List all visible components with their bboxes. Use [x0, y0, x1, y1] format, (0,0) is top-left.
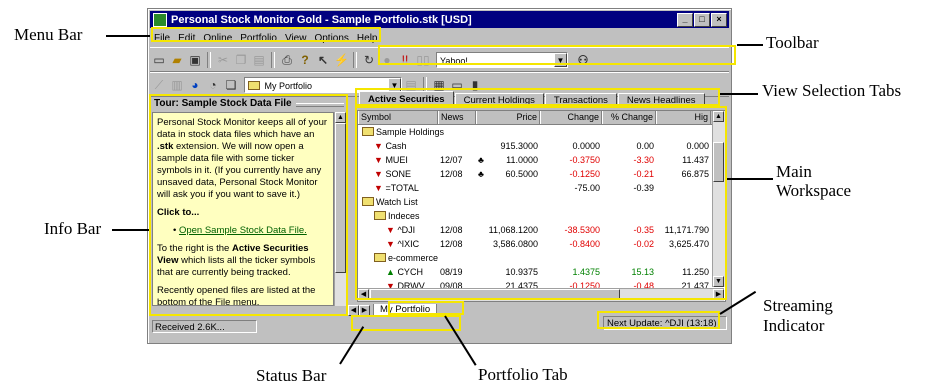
refresh-icon[interactable]: ↻	[362, 53, 376, 67]
callout-streaming-line2: Indicator	[763, 316, 825, 335]
help-icon[interactable]: ?	[298, 53, 312, 67]
bar-chart-icon[interactable]: ▥	[170, 78, 184, 92]
toolbar-separator	[353, 51, 357, 68]
highlight-toolbar	[378, 45, 736, 65]
wizard-icon[interactable]: ⚡	[334, 53, 349, 67]
folder-group-icon[interactable]: ❏	[224, 78, 238, 92]
portfolio-select-value: My Portfolio	[264, 80, 313, 91]
leader-line-main-workspace	[727, 178, 773, 180]
highlight-view-tabs	[355, 88, 720, 106]
callout-menu-bar: Menu Bar	[14, 25, 83, 44]
highlight-portfolio-tab	[388, 301, 464, 315]
toolbar-separator	[271, 51, 275, 68]
portfolio-folder-icon	[248, 80, 260, 90]
open-folder-icon[interactable]: ▰	[170, 53, 184, 67]
folder-chart-icon[interactable]: ◔	[206, 78, 220, 92]
leader-line-info-bar	[112, 229, 149, 231]
line-chart-icon[interactable]: ⟋	[152, 78, 166, 92]
new-file-icon[interactable]: ▭	[152, 53, 166, 67]
print-icon[interactable]: ⎙	[280, 53, 294, 67]
callout-streaming-line1: Streaming	[763, 296, 833, 315]
tab-scroll-left-icon[interactable]: ◀	[348, 304, 359, 316]
window-title: Personal Stock Monitor Gold - Sample Por…	[171, 13, 472, 26]
leader-line-view-tabs	[720, 93, 758, 95]
callout-main-workspace-line2: Workspace	[776, 181, 852, 200]
highlight-streaming-indicator	[597, 311, 720, 329]
leader-line-menu-bar	[106, 35, 150, 37]
highlight-info-bar	[149, 94, 348, 316]
callout-info-bar: Info Bar	[44, 219, 102, 238]
app-icon	[153, 12, 167, 27]
tab-scroll-right-icon[interactable]: ▶	[359, 304, 370, 316]
cut-icon[interactable]: ✂	[216, 53, 230, 67]
status-text: Received 2.6K...	[152, 320, 257, 333]
title-bar[interactable]: Personal Stock Monitor Gold - Sample Por…	[150, 11, 729, 28]
minimize-button[interactable]: _	[677, 13, 693, 27]
save-icon[interactable]: ▣	[188, 53, 202, 67]
paste-icon[interactable]: ▤	[252, 53, 266, 67]
pie-chart-icon[interactable]: ◕	[188, 78, 202, 92]
callout-main-workspace-line1: Main	[776, 162, 812, 181]
callout-portfolio-tab: Portfolio Tab	[478, 365, 568, 384]
callout-view-tabs: View Selection Tabs	[762, 81, 902, 100]
callout-toolbar: Toolbar	[766, 33, 819, 52]
highlight-main-workspace	[355, 106, 727, 300]
toolbar-separator	[207, 51, 211, 68]
highlight-menu-bar	[151, 27, 381, 42]
context-help-icon[interactable]: ↖	[316, 53, 330, 67]
leader-line-toolbar	[737, 44, 763, 46]
copy-icon[interactable]: ❐	[234, 53, 248, 67]
maximize-button[interactable]: □	[694, 13, 710, 27]
close-button[interactable]: ×	[711, 13, 727, 27]
callout-status-bar: Status Bar	[256, 366, 327, 385]
